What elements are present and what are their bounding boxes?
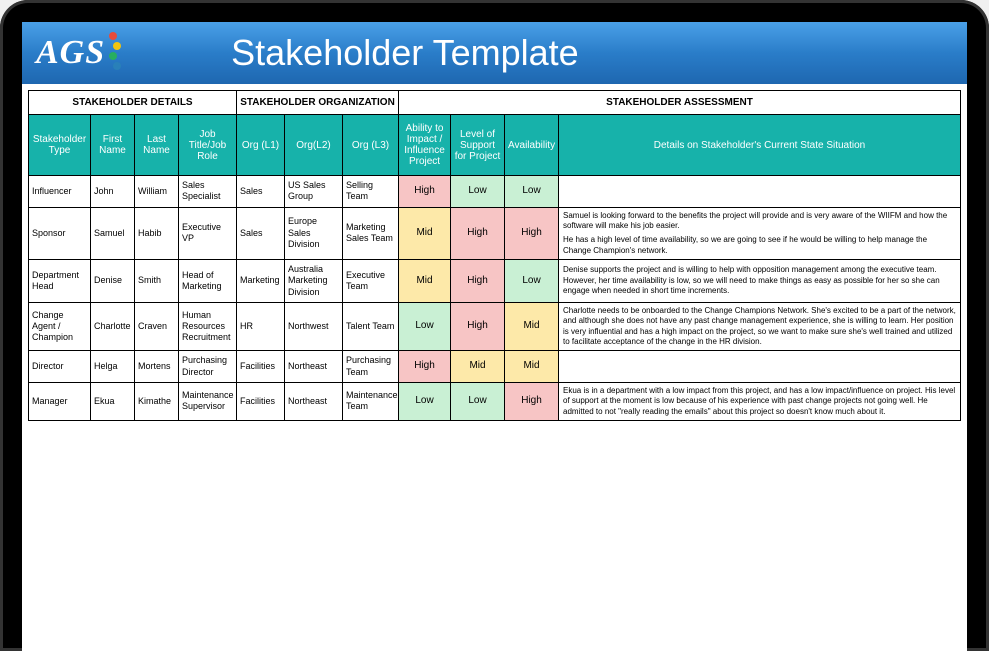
cell-details: Samuel is looking forward to the benefit… [559,207,961,260]
ags-logo: AGS [36,33,121,73]
cell-type: Director [29,351,91,383]
cell-impact: High [399,176,451,208]
cell-support: High [451,302,505,351]
col-l1: Org (L1) [237,115,285,176]
cell-l3: Marketing Sales Team [343,207,399,260]
cell-first: John [91,176,135,208]
cell-last: Mortens [135,351,179,383]
table-row: SponsorSamuelHabibExecutive VPSalesEurop… [29,207,961,260]
cell-impact: High [399,351,451,383]
col-l2: Org(L2) [285,115,343,176]
cell-details [559,176,961,208]
cell-impact: Low [399,382,451,420]
cell-last: Craven [135,302,179,351]
cell-first: Helga [91,351,135,383]
cell-l2: Northeast [285,382,343,420]
col-last: Last Name [135,115,179,176]
cell-job: Head of Marketing [179,260,237,303]
cell-support: Mid [451,351,505,383]
cell-l2: Northwest [285,302,343,351]
cell-support: Low [451,176,505,208]
cell-impact: Low [399,302,451,351]
cell-l2: Europe Sales Division [285,207,343,260]
cell-l3: Talent Team [343,302,399,351]
screen: AGS Stakeholder Template STAKEHOLDER DET… [22,22,967,651]
cell-job: Executive VP [179,207,237,260]
cell-type: Sponsor [29,207,91,260]
cell-last: Smith [135,260,179,303]
cell-details: Denise supports the project and is willi… [559,260,961,303]
col-job: Job Title/Job Role [179,115,237,176]
content-area: STAKEHOLDER DETAILS STAKEHOLDER ORGANIZA… [22,84,967,651]
cell-job: Purchasing Director [179,351,237,383]
col-l3: Org (L3) [343,115,399,176]
cell-details [559,351,961,383]
cell-l1: Sales [237,176,285,208]
cell-last: Habib [135,207,179,260]
cell-l3: Selling Team [343,176,399,208]
laptop-frame: AGS Stakeholder Template STAKEHOLDER DET… [0,0,989,651]
cell-first: Ekua [91,382,135,420]
table-body: InfluencerJohnWilliamSales SpecialistSal… [29,176,961,421]
cell-avail: High [505,382,559,420]
section-organization: STAKEHOLDER ORGANIZATION [237,91,399,115]
cell-l2: US Sales Group [285,176,343,208]
app-header: AGS Stakeholder Template [22,22,967,84]
cell-l1: Marketing [237,260,285,303]
cell-l2: Australia Marketing Division [285,260,343,303]
page-title: Stakeholder Template [231,32,579,74]
col-support: Level of Support for Project [451,115,505,176]
cell-l1: Facilities [237,351,285,383]
cell-type: Department Head [29,260,91,303]
cell-details: Ekua is in a department with a low impac… [559,382,961,420]
cell-l3: Executive Team [343,260,399,303]
table-row: ManagerEkuaKimatheMaintenance Supervisor… [29,382,961,420]
cell-l3: Maintenance Team [343,382,399,420]
cell-l1: HR [237,302,285,351]
cell-l2: Northeast [285,351,343,383]
cell-type: Change Agent / Champion [29,302,91,351]
cell-job: Sales Specialist [179,176,237,208]
cell-last: Kimathe [135,382,179,420]
cell-impact: Mid [399,207,451,260]
stakeholder-table: STAKEHOLDER DETAILS STAKEHOLDER ORGANIZA… [28,90,961,421]
cell-job: Maintenance Supervisor [179,382,237,420]
cell-details: Charlotte needs to be onboarded to the C… [559,302,961,351]
col-type: Stakeholder Type [29,115,91,176]
cell-avail: High [505,207,559,260]
cell-first: Denise [91,260,135,303]
cell-avail: Mid [505,351,559,383]
cell-impact: Mid [399,260,451,303]
cell-job: Human Resources Recruitment [179,302,237,351]
table-section-header-row: STAKEHOLDER DETAILS STAKEHOLDER ORGANIZA… [29,91,961,115]
cell-type: Manager [29,382,91,420]
table-row: DirectorHelgaMortensPurchasing DirectorF… [29,351,961,383]
cell-avail: Low [505,176,559,208]
cell-l3: Purchasing Team [343,351,399,383]
section-assessment: STAKEHOLDER ASSESSMENT [399,91,961,115]
cell-support: High [451,207,505,260]
table-row: Change Agent / ChampionCharlotteCravenHu… [29,302,961,351]
cell-last: William [135,176,179,208]
col-details: Details on Stakeholder's Current State S… [559,115,961,176]
cell-l1: Facilities [237,382,285,420]
table-row: InfluencerJohnWilliamSales SpecialistSal… [29,176,961,208]
cell-avail: Low [505,260,559,303]
col-impact: Ability to Impact / Influence Project [399,115,451,176]
cell-support: High [451,260,505,303]
cell-first: Charlotte [91,302,135,351]
table-column-header-row: Stakeholder Type First Name Last Name Jo… [29,115,961,176]
cell-support: Low [451,382,505,420]
cell-first: Samuel [91,207,135,260]
logo-text: AGS [36,34,105,72]
col-first: First Name [91,115,135,176]
logo-dots-icon [109,31,121,71]
col-avail: Availability [505,115,559,176]
table-row: Department HeadDeniseSmithHead of Market… [29,260,961,303]
section-details: STAKEHOLDER DETAILS [29,91,237,115]
cell-l1: Sales [237,207,285,260]
cell-type: Influencer [29,176,91,208]
cell-avail: Mid [505,302,559,351]
